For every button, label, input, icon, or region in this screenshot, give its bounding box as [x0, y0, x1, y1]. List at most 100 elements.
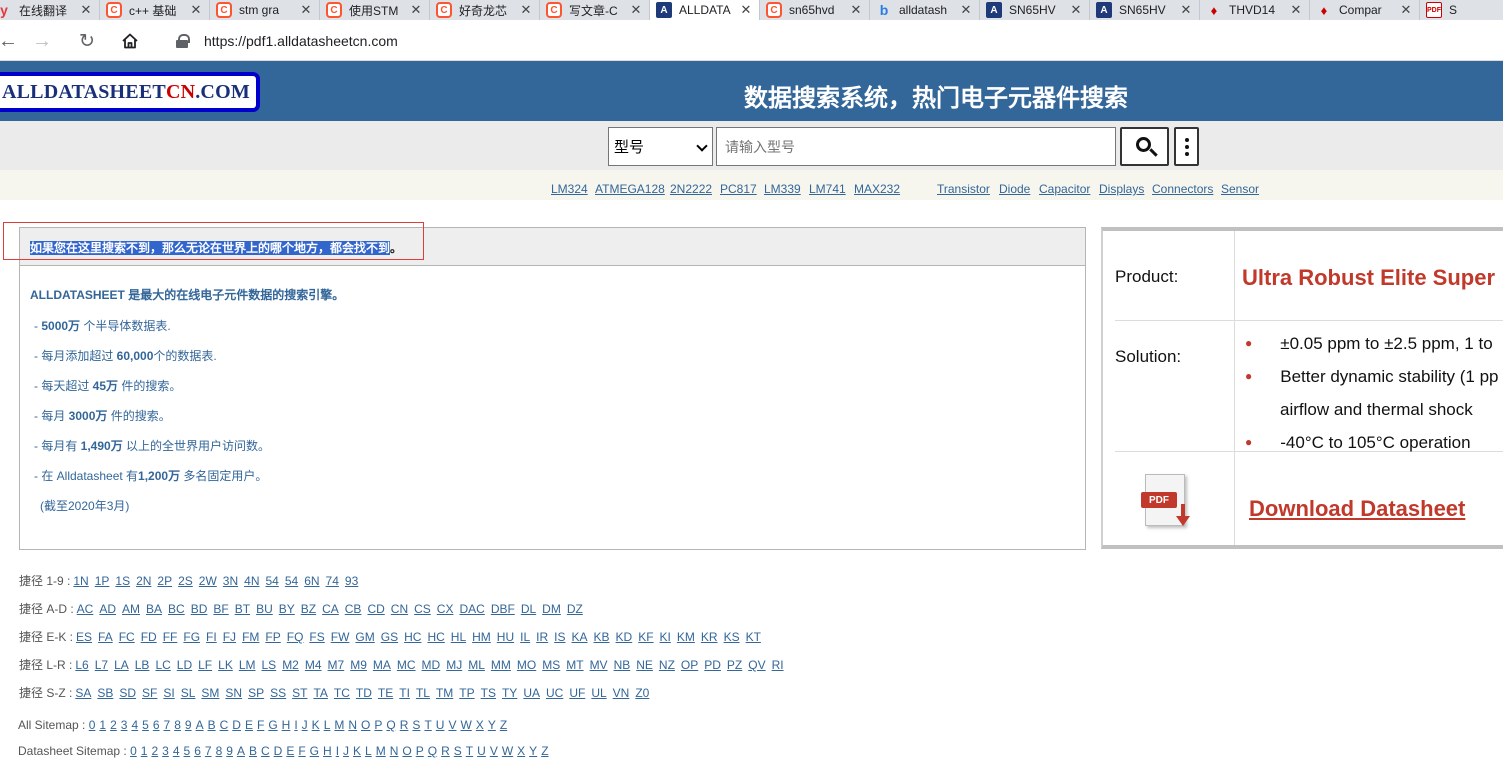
shortcut-link[interactable]: IS: [554, 630, 565, 644]
sitemap-link[interactable]: A: [196, 718, 204, 732]
shortcut-link[interactable]: ST: [292, 686, 307, 700]
site-logo[interactable]: ALLDATASHEET CN .COM: [0, 72, 260, 112]
sitemap-link[interactable]: 4: [131, 718, 138, 732]
shortcut-link[interactable]: MT: [566, 658, 583, 672]
sitemap-link[interactable]: 4: [173, 744, 180, 758]
shortcut-link[interactable]: NZ: [659, 658, 675, 672]
sitemap-link[interactable]: R: [400, 718, 409, 732]
shortcut-link[interactable]: 93: [345, 574, 358, 588]
browser-tab[interactable]: b alldatash ✕: [870, 0, 980, 20]
shortcut-link[interactable]: 3N: [223, 574, 238, 588]
shortcut-link[interactable]: FQ: [287, 630, 304, 644]
shortcut-link[interactable]: TS: [481, 686, 496, 700]
shortcut-link[interactable]: SI: [163, 686, 174, 700]
sitemap-link[interactable]: 7: [164, 718, 171, 732]
shortcut-link[interactable]: MD: [422, 658, 441, 672]
shortcut-link[interactable]: 1P: [95, 574, 110, 588]
shortcut-link[interactable]: KS: [724, 630, 740, 644]
shortcut-link[interactable]: KM: [677, 630, 695, 644]
download-datasheet-link[interactable]: Download Datasheet: [1249, 496, 1465, 522]
shortcut-link[interactable]: FS: [309, 630, 324, 644]
close-icon[interactable]: ✕: [1069, 2, 1083, 18]
sitemap-link[interactable]: U: [436, 718, 445, 732]
shortcut-link[interactable]: LK: [218, 658, 233, 672]
shortcut-link[interactable]: AM: [122, 602, 140, 616]
quick-category-link[interactable]: Transistor: [937, 182, 990, 196]
close-icon[interactable]: ✕: [1179, 2, 1193, 18]
shortcut-link[interactable]: GM: [355, 630, 374, 644]
sitemap-link[interactable]: W: [460, 718, 471, 732]
sitemap-link[interactable]: E: [245, 718, 253, 732]
shortcut-link[interactable]: ES: [76, 630, 92, 644]
shortcut-link[interactable]: 2N: [136, 574, 151, 588]
close-icon[interactable]: ✕: [849, 2, 863, 18]
shortcut-link[interactable]: FD: [141, 630, 157, 644]
shortcut-link[interactable]: BD: [191, 602, 208, 616]
shortcut-link[interactable]: HL: [451, 630, 466, 644]
shortcut-link[interactable]: BF: [213, 602, 228, 616]
quick-part-link[interactable]: LM324: [551, 182, 588, 196]
shortcut-link[interactable]: 6N: [304, 574, 319, 588]
shortcut-link[interactable]: BC: [168, 602, 185, 616]
sitemap-link[interactable]: 3: [121, 718, 128, 732]
sitemap-link[interactable]: 9: [185, 718, 192, 732]
shortcut-link[interactable]: PZ: [727, 658, 742, 672]
shortcut-link[interactable]: KA: [572, 630, 588, 644]
close-icon[interactable]: ✕: [1289, 2, 1303, 18]
shortcut-link[interactable]: PD: [704, 658, 721, 672]
quick-category-link[interactable]: Connectors: [1152, 182, 1213, 196]
shortcut-link[interactable]: HU: [497, 630, 514, 644]
sitemap-link[interactable]: S: [454, 744, 462, 758]
shortcut-link[interactable]: LA: [114, 658, 129, 672]
sitemap-link[interactable]: C: [220, 718, 229, 732]
shortcut-link[interactable]: UF: [569, 686, 585, 700]
shortcut-link[interactable]: KB: [594, 630, 610, 644]
quick-part-link[interactable]: PC817: [720, 182, 757, 196]
shortcut-link[interactable]: TE: [378, 686, 393, 700]
shortcut-link[interactable]: FF: [163, 630, 178, 644]
sitemap-link[interactable]: X: [517, 744, 525, 758]
shortcut-link[interactable]: ML: [468, 658, 485, 672]
shortcut-link[interactable]: HC: [427, 630, 444, 644]
sitemap-link[interactable]: N: [348, 718, 357, 732]
sitemap-link[interactable]: U: [477, 744, 486, 758]
shortcut-link[interactable]: FW: [331, 630, 350, 644]
sitemap-link[interactable]: 2: [110, 718, 117, 732]
browser-tab[interactable]: C 好奇龙芯 ✕: [430, 0, 540, 20]
sitemap-link[interactable]: H: [282, 718, 291, 732]
browser-tab[interactable]: A ALLDATA ✕: [650, 0, 760, 20]
browser-tab[interactable]: ♦ Compar ✕: [1310, 0, 1420, 20]
sitemap-link[interactable]: V: [448, 718, 456, 732]
shortcut-link[interactable]: KI: [660, 630, 671, 644]
shortcut-link[interactable]: FG: [183, 630, 200, 644]
sitemap-link[interactable]: B: [208, 718, 216, 732]
shortcut-link[interactable]: FC: [119, 630, 135, 644]
sitemap-link[interactable]: P: [416, 744, 424, 758]
shortcut-link[interactable]: CN: [391, 602, 408, 616]
shortcut-link[interactable]: 2S: [178, 574, 193, 588]
shortcut-link[interactable]: 2P: [157, 574, 172, 588]
shortcut-link[interactable]: DL: [521, 602, 536, 616]
shortcut-link[interactable]: LF: [198, 658, 212, 672]
shortcut-link[interactable]: TI: [399, 686, 410, 700]
sitemap-link[interactable]: D: [232, 718, 241, 732]
shortcut-link[interactable]: FP: [265, 630, 280, 644]
shortcut-link[interactable]: SF: [142, 686, 157, 700]
close-icon[interactable]: ✕: [739, 2, 753, 18]
sitemap-link[interactable]: D: [274, 744, 283, 758]
shortcut-link[interactable]: TP: [459, 686, 474, 700]
shortcut-link[interactable]: FM: [242, 630, 259, 644]
sitemap-link[interactable]: T: [424, 718, 431, 732]
shortcut-link[interactable]: CD: [367, 602, 384, 616]
search-category-select[interactable]: 型号: [608, 127, 713, 166]
sitemap-link[interactable]: 8: [216, 744, 223, 758]
shortcut-link[interactable]: KD: [616, 630, 633, 644]
shortcut-link[interactable]: TL: [416, 686, 430, 700]
sitemap-link[interactable]: Z: [541, 744, 548, 758]
close-icon[interactable]: ✕: [299, 2, 313, 18]
quick-part-link[interactable]: MAX232: [854, 182, 900, 196]
shortcut-link[interactable]: BY: [279, 602, 295, 616]
shortcut-link[interactable]: GS: [381, 630, 398, 644]
close-icon[interactable]: ✕: [79, 2, 93, 18]
sitemap-link[interactable]: 7: [205, 744, 212, 758]
